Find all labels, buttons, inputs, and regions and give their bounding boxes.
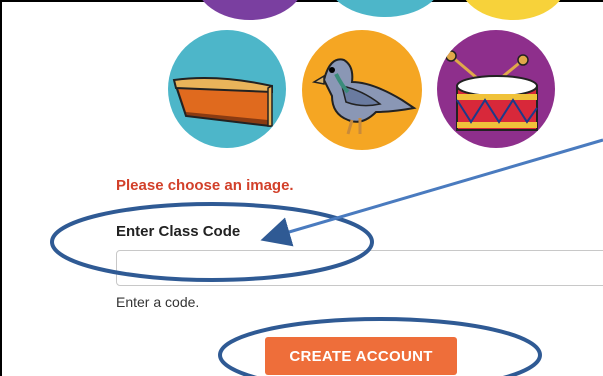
- drum-icon: [445, 50, 538, 131]
- avatar-partial-yellow[interactable]: [458, 0, 568, 20]
- error-message: Please choose an image.: [116, 177, 294, 194]
- class-code-hint: Enter a code.: [116, 294, 200, 310]
- avatar-pie[interactable]: [168, 30, 286, 148]
- class-code-label: Enter Class Code: [116, 223, 241, 240]
- avatar-partial-purple[interactable]: [195, 0, 305, 20]
- class-code-input[interactable]: [116, 250, 603, 286]
- avatar-drum[interactable]: [437, 30, 555, 148]
- pigeon-icon: [311, 58, 417, 135]
- frame-border-left: [0, 0, 2, 376]
- create-account-button[interactable]: CREATE ACCOUNT: [265, 337, 457, 375]
- avatar-partial-blue[interactable]: [325, 0, 445, 17]
- annotation-arrow: [260, 138, 603, 247]
- avatar-pigeon[interactable]: [302, 30, 422, 150]
- pie-icon: [172, 77, 273, 128]
